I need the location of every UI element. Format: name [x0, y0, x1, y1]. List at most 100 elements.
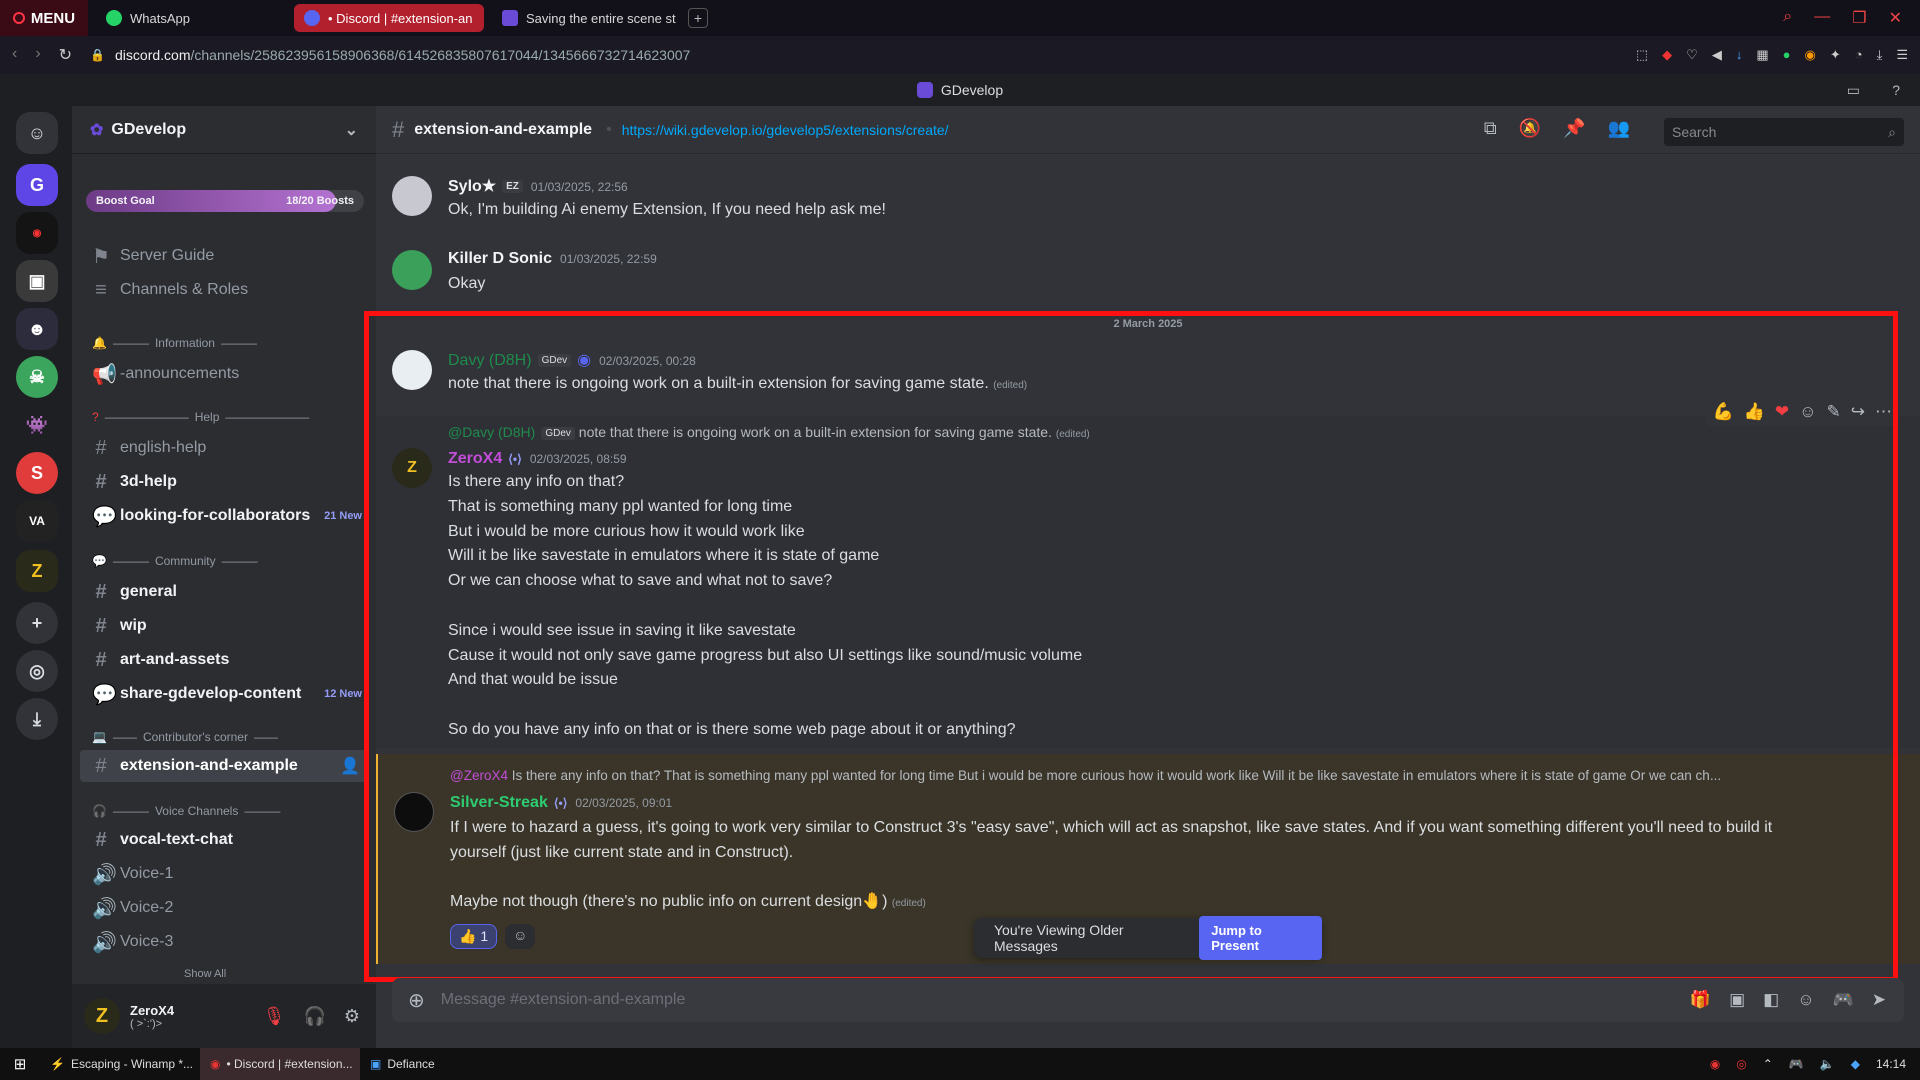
taskbar-opera-discord[interactable]: ◉ • Discord | #extension...	[200, 1048, 360, 1080]
windows-start-icon[interactable]: ⊞	[0, 1055, 40, 1073]
voice-channel-3[interactable]: 🔊 Voice-3	[80, 926, 368, 958]
server-face[interactable]: ▣	[16, 260, 58, 302]
gif-icon[interactable]: ▣	[1729, 990, 1745, 1010]
reply-preview[interactable]: @Davy (D8H) GDev note that there is ongoi…	[448, 424, 1878, 440]
heart-reaction-icon[interactable]: ❤	[1775, 402, 1789, 422]
avatar[interactable]	[392, 250, 432, 290]
server-z[interactable]: Z	[16, 550, 58, 592]
notification-muted-icon[interactable]: 🔕	[1519, 118, 1541, 139]
extension-icon[interactable]: ▦	[1756, 47, 1768, 63]
thumbs-up-icon[interactable]: 👍	[1744, 402, 1765, 422]
voice-channel-2[interactable]: 🔊 Voice-2	[80, 892, 368, 924]
reload-icon[interactable]: ↻	[59, 45, 72, 65]
snapshot-icon[interactable]: ⬚	[1636, 47, 1648, 63]
guild-header[interactable]: ✿ GDevelop ⌄	[72, 106, 376, 154]
forward-icon[interactable]: ›	[35, 45, 40, 65]
channel-announcements[interactable]: 📢 -announcements	[80, 358, 368, 390]
jump-to-present-button[interactable]: Jump to Present	[1199, 916, 1322, 960]
server-ghost[interactable]: ☻	[16, 308, 58, 350]
url-field[interactable]: discord.com/channels/258623956158906368/…	[115, 47, 690, 63]
taskbar-defiance[interactable]: ▣ Defiance	[360, 1048, 520, 1080]
thumbs-up-reaction[interactable]: 👍 1	[450, 924, 498, 949]
channel-english-help[interactable]: # english-help	[80, 432, 368, 464]
help-icon[interactable]: ?	[1892, 82, 1900, 98]
new-tab-button[interactable]: +	[688, 8, 708, 28]
server-vh[interactable]: VA	[16, 500, 58, 542]
upload-plus-icon[interactable]: ⊕	[408, 988, 425, 1013]
channel-general[interactable]: # general	[80, 576, 368, 608]
message-author[interactable]: Sylo★ EZ 01/03/2025, 22:56	[448, 176, 628, 196]
send-icon[interactable]: ➤	[1872, 990, 1886, 1010]
inbox-icon[interactable]: ▭	[1847, 82, 1860, 99]
volume-icon[interactable]: ◀	[1712, 47, 1722, 63]
avatar[interactable]: Z	[84, 998, 120, 1034]
avatar[interactable]	[392, 350, 432, 390]
tray-app-icon[interactable]: ◉	[1710, 1057, 1720, 1071]
message-author[interactable]: Killer D Sonic 01/03/2025, 22:59	[448, 250, 657, 268]
search-input[interactable]: Search ⌕	[1664, 118, 1904, 146]
add-member-icon[interactable]: 👤	[340, 756, 360, 776]
channel-share-gdevelop-content[interactable]: 💬 share-gdevelop-content 12 New	[80, 678, 368, 710]
close-window-icon[interactable]: ✕	[1889, 8, 1902, 28]
explore-icon[interactable]: ◎	[16, 650, 58, 692]
channel-extension-and-example[interactable]: # extension-and-example 👤	[80, 750, 368, 782]
reply-preview[interactable]: @ZeroX4 Is there any info on that? That …	[450, 768, 1880, 783]
download-arrow-icon[interactable]: ↓	[1736, 47, 1743, 63]
category-voice[interactable]: 🎧 ——— Voice Channels ———	[92, 804, 280, 818]
channel-3d-help[interactable]: #3d-help	[80, 466, 368, 498]
download-apps-icon[interactable]: ⤓	[16, 698, 58, 740]
message-author[interactable]: Silver-Streak ⟨•⟩ 02/03/2025, 09:01	[450, 794, 672, 812]
headset-icon[interactable]: 🎧	[303, 1006, 325, 1027]
tray-speaker-icon[interactable]: 🔈	[1820, 1057, 1835, 1071]
sticker-icon[interactable]: ◧	[1763, 990, 1779, 1010]
channel-wip[interactable]: # wip	[80, 610, 368, 642]
channel-looking-for-collaborators[interactable]: 💬 looking-for-collaborators 21 New	[80, 500, 368, 532]
server-guide-item[interactable]: ⚑ Server Guide	[80, 240, 368, 272]
show-all-button[interactable]: Show All	[172, 966, 292, 982]
channel-vocal-text-chat[interactable]: # vocal-text-chat	[80, 824, 368, 856]
discord-home-icon[interactable]: ☺	[16, 112, 58, 154]
more-options-icon[interactable]: ⋯	[1875, 402, 1892, 422]
channel-art-and-assets[interactable]: # art-and-assets	[80, 644, 368, 676]
add-reaction-icon[interactable]: ☺	[1799, 402, 1816, 422]
server-fire[interactable]: S	[16, 452, 58, 494]
tray-gamepad-icon[interactable]: 🎮	[1789, 1057, 1804, 1071]
message-composer[interactable]: ⊕ Message #extension-and-example 🎁 ▣ ◧ ☺…	[392, 978, 1904, 1022]
threads-icon[interactable]: ⧉	[1484, 118, 1497, 139]
avatar[interactable]	[392, 176, 432, 216]
category-information[interactable]: 🔔 ——— Information ———	[92, 336, 257, 350]
server-gdevelop[interactable]: G	[16, 164, 58, 206]
profile-icon[interactable]: ◔	[1855, 47, 1863, 63]
puzzle-icon[interactable]: ✦	[1830, 47, 1841, 63]
category-contributors[interactable]: 💻 —— Contributor's corner ——	[92, 730, 278, 744]
server-red-logo[interactable]: ◉	[16, 212, 58, 254]
apps-icon[interactable]: 🎮	[1833, 990, 1854, 1010]
avatar[interactable]: Z	[392, 448, 432, 488]
members-icon[interactable]: 👥	[1608, 118, 1630, 139]
channels-roles-item[interactable]: ≡ Channels & Roles	[80, 274, 368, 306]
tray-chevron-up-icon[interactable]: ⌃	[1763, 1057, 1773, 1071]
easy-setup-icon[interactable]: ☰	[1896, 47, 1908, 63]
category-community[interactable]: 💬 ——— Community ———	[92, 554, 258, 568]
tab-whatsapp[interactable]: WhatsApp	[96, 4, 286, 32]
category-help[interactable]: ? ——————— Help ———————	[92, 410, 309, 424]
boost-goal-bar[interactable]: Boost Goal 18/20 Boosts	[86, 190, 364, 212]
opera-menu-button[interactable]: MENU	[0, 0, 88, 36]
channel-topic-link[interactable]: https://wiki.gdevelop.io/gdevelop5/exten…	[622, 122, 949, 138]
message-author[interactable]: Davy (D8H) GDev ◉ 02/03/2025, 00:28	[448, 350, 696, 370]
settings-gear-icon[interactable]: ⚙	[344, 1006, 360, 1027]
tray-shield-icon[interactable]: ◆	[1851, 1057, 1860, 1071]
emoji-icon[interactable]: ☺	[1797, 990, 1814, 1010]
tab-discord[interactable]: • Discord | #extension-an	[294, 4, 484, 32]
gift-icon[interactable]: 🎁	[1690, 990, 1711, 1010]
minimize-icon[interactable]: —	[1814, 8, 1830, 28]
add-server-icon[interactable]: +	[16, 602, 58, 644]
downloads-icon[interactable]: ⤓	[1877, 47, 1883, 63]
restore-icon[interactable]: ❐	[1852, 8, 1866, 28]
muscle-emoji-icon[interactable]: 💪	[1713, 402, 1734, 422]
rss-icon[interactable]: ◉	[1804, 47, 1815, 63]
taskbar-winamp[interactable]: ⚡ Escaping - Winamp *...	[40, 1048, 200, 1080]
mute-mic-icon[interactable]: 🎙	[263, 1006, 286, 1027]
tray-opera-icon[interactable]: ◎	[1736, 1057, 1746, 1071]
forward-icon[interactable]: ↪	[1851, 402, 1865, 422]
